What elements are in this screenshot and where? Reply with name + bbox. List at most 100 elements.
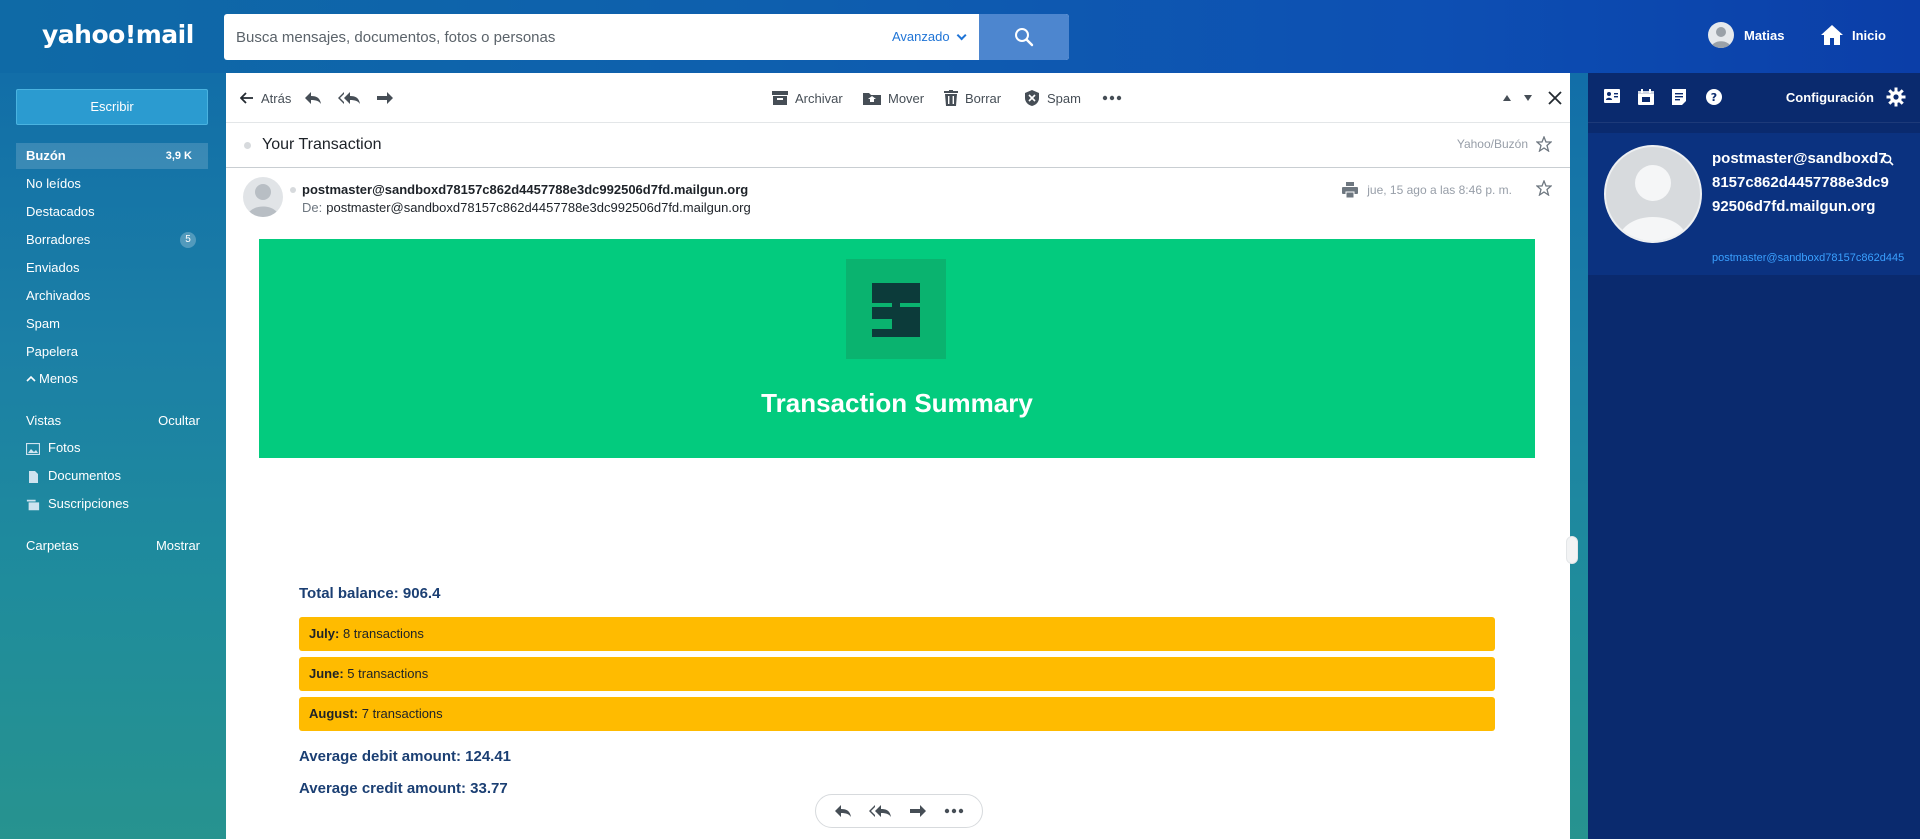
sidebar-item-label: Borradores [26, 232, 91, 247]
notepad-button[interactable] [1672, 89, 1686, 108]
close-message-button[interactable] [1548, 73, 1569, 123]
month-name: June: [309, 666, 344, 681]
forward-icon [377, 92, 393, 104]
reply-icon[interactable] [834, 804, 852, 818]
sidebar-item-trash[interactable]: Papelera [16, 339, 208, 365]
month-name: July: [309, 626, 340, 641]
notepad-icon [1672, 89, 1686, 105]
yahoo-mail-logo[interactable]: yahoo!mail [42, 20, 194, 49]
print-icon [1342, 182, 1358, 199]
archive-button[interactable]: Archivar [772, 73, 843, 123]
sidebar-item-label: Enviados [26, 260, 80, 275]
move-button[interactable]: Mover [863, 73, 924, 123]
recipient-label: De: [302, 200, 323, 215]
svg-text:?: ? [1711, 91, 1717, 104]
hide-views-link[interactable]: Ocultar [158, 408, 200, 434]
show-folders-link[interactable]: Mostrar [156, 533, 200, 559]
back-button[interactable]: Atrás [240, 73, 291, 123]
spam-button[interactable]: Spam [1024, 73, 1081, 123]
home-label: Inicio [1852, 27, 1886, 43]
back-arrow-icon [240, 92, 253, 104]
more-actions-button[interactable] [1102, 73, 1129, 123]
sender-brand-logo [846, 259, 946, 359]
email-hero-title: Transaction Summary [761, 388, 1033, 418]
forward-icon[interactable] [909, 804, 927, 818]
message-header: postmaster@sandboxd78157c862d4457788e3dc… [226, 169, 1570, 225]
next-icon [1524, 95, 1532, 101]
chevron-up-icon [26, 375, 36, 382]
views-section-header: Vistas Ocultar [16, 408, 208, 434]
user-avatar-icon [1708, 22, 1734, 48]
compose-button[interactable]: Escribir [16, 89, 208, 125]
sidebar-item-archive[interactable]: Archivados [16, 283, 208, 309]
settings-label[interactable]: Configuración [1786, 90, 1874, 105]
reply-icon [305, 92, 321, 104]
more-icon[interactable] [944, 808, 964, 814]
sidebar-item-drafts[interactable]: Borradores 5 [16, 227, 208, 253]
sidebar-item-unread[interactable]: No leídos [16, 171, 208, 197]
settings-button[interactable] [1886, 87, 1906, 110]
star-message-button[interactable] [1535, 179, 1553, 199]
next-message-button[interactable] [1523, 73, 1540, 123]
forward-button[interactable] [376, 73, 401, 123]
less-label: Menos [39, 371, 79, 386]
reply-button[interactable] [304, 73, 329, 123]
advanced-search-button[interactable]: Avanzado [892, 14, 967, 60]
print-button[interactable] [1342, 182, 1358, 201]
sidebar-item-spam[interactable]: Spam [16, 311, 208, 337]
reply-all-icon[interactable] [868, 804, 893, 818]
recipient-line: De: postmaster@sandboxd78157c862d4457788e… [302, 200, 751, 215]
email-hero-banner: Transaction Summary [259, 239, 1535, 458]
folders-label: Carpetas [26, 538, 79, 553]
delete-button[interactable]: Borrar [944, 73, 1001, 123]
contacts-icon [1604, 89, 1620, 103]
contact-card: postmaster@sandboxd78157c862d4457788e3dc… [1588, 133, 1920, 275]
previous-message-button[interactable] [1502, 73, 1519, 123]
sidebar-item-subscriptions[interactable]: Suscripciones [16, 491, 208, 517]
user-name: Matias [1744, 27, 1785, 43]
search-button[interactable] [979, 14, 1069, 60]
sidebar-item-label: Archivados [26, 288, 91, 303]
contact-email[interactable]: postmaster@sandboxd78157c862d445 [1712, 252, 1904, 264]
read-status-dot[interactable] [244, 142, 251, 149]
search-input[interactable] [224, 14, 864, 60]
sidebar-item-starred[interactable]: Destacados [16, 199, 208, 225]
sidebar-item-documents[interactable]: Documentos [16, 463, 208, 489]
sender-avatar[interactable] [243, 177, 283, 217]
month-row-july: July: 8 transactions [299, 617, 1495, 651]
contact-name[interactable]: postmaster@sandboxd78157c862d4457788e3dc… [1712, 147, 1892, 219]
sidebar-item-inbox[interactable]: Buzón 3,9 K [16, 143, 208, 169]
average-credit: Average credit amount: 33.77 [299, 780, 508, 797]
bottom-action-bar [815, 794, 983, 828]
home-button[interactable]: Inicio [1820, 24, 1886, 46]
average-debit: Average debit amount: 124.41 [299, 748, 512, 765]
unread-count: 3,9 K [165, 150, 192, 162]
user-profile-button[interactable]: Matias [1708, 22, 1784, 48]
contacts-button[interactable] [1604, 89, 1620, 106]
folders-section-header: Carpetas Mostrar [16, 533, 208, 559]
sidebar-item-photos[interactable]: Fotos [16, 435, 208, 461]
move-icon [863, 93, 881, 105]
total-balance: Total balance: 906.4 [299, 585, 441, 602]
drafts-count-badge: 5 [180, 232, 196, 248]
search-contact-button[interactable] [1882, 154, 1894, 169]
sender-name[interactable]: postmaster@sandboxd78157c862d4457788e3dc… [302, 182, 748, 197]
trash-icon [944, 90, 958, 106]
collapse-right-panel-handle[interactable] [1566, 536, 1578, 564]
home-icon [1821, 25, 1843, 45]
star-conversation-button[interactable] [1535, 135, 1553, 155]
help-button[interactable]: ? [1706, 89, 1722, 108]
reply-all-icon [338, 92, 360, 104]
contact-avatar [1604, 145, 1702, 243]
move-label: Mover [888, 90, 925, 106]
recipient-address[interactable]: postmaster@sandboxd78157c862d4457788e3dc… [326, 200, 750, 215]
reply-all-button[interactable] [338, 73, 369, 123]
sidebar-item-label: Documentos [48, 468, 121, 483]
calendar-button[interactable] [1638, 89, 1654, 108]
calendar-icon [1638, 89, 1654, 105]
archive-icon [772, 91, 788, 105]
sidebar-item-sent[interactable]: Enviados [16, 255, 208, 281]
less-toggle[interactable]: Menos [16, 366, 208, 392]
right-panel: ? Configuración postmaster@sandboxd78157… [1588, 73, 1920, 839]
photos-icon [26, 442, 40, 455]
